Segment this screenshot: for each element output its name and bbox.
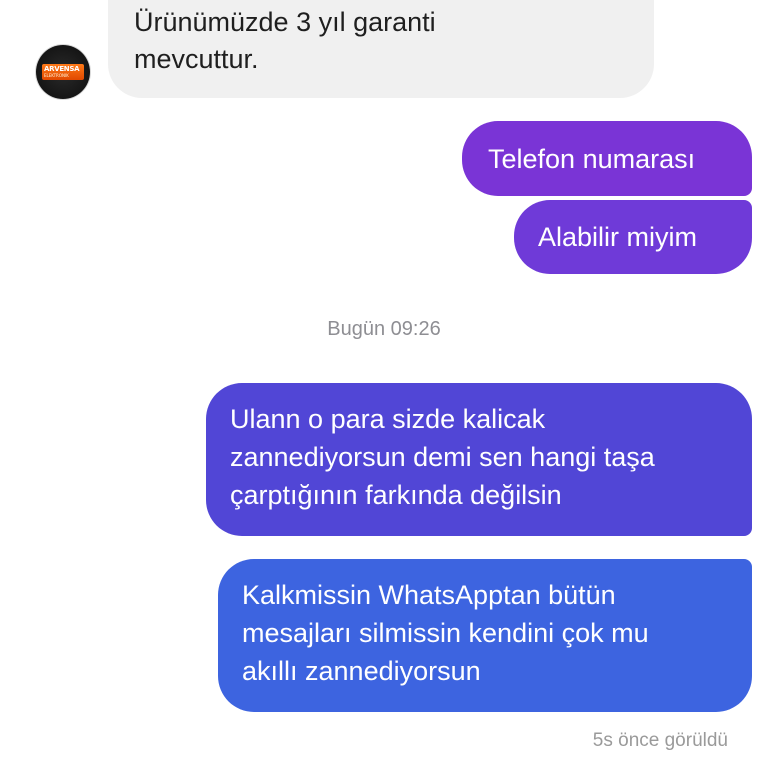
outgoing-message-bubble[interactable]: Ulann o para sizde kalicak zannediyorsun… <box>206 383 752 536</box>
timestamp-text: Bugün 09:26 <box>327 318 441 340</box>
store-logo: ARVENSA ELEKTRONIK <box>42 64 84 80</box>
message-line: akıllı zannediyorsun <box>242 656 481 686</box>
seen-status: 5s önce görüldü <box>592 730 728 751</box>
message-line: Kalkmissin WhatsApptan bütün <box>242 580 616 610</box>
message-line: mesajları silmissin kendini çok mu <box>242 618 649 648</box>
outgoing-message-bubble[interactable]: Telefon numarası <box>462 121 752 196</box>
message-text: Alabilir miyim <box>538 222 698 252</box>
message-timestamp: Bugün 09:26 <box>0 318 768 341</box>
message-line: çarptığının farkında değilsin <box>230 480 562 510</box>
message-line: Ürünümüzde 3 yıl garanti <box>134 7 436 37</box>
outgoing-message-bubble[interactable]: Kalkmissin WhatsApptan bütün mesajları s… <box>218 559 752 712</box>
message-text: Telefon numarası <box>488 144 696 174</box>
avatar-logo-subtext: ELEKTRONIK <box>44 73 69 78</box>
message-line: zannediyorsun demi sen hangi taşa <box>230 442 655 472</box>
avatar-logo-text: ARVENSA <box>44 65 80 73</box>
message-line: mevcuttur. <box>134 44 259 74</box>
message-line: Ulann o para sizde kalicak <box>230 404 546 434</box>
incoming-message-bubble[interactable]: Ürünümüzde 3 yıl garanti mevcuttur. <box>108 0 654 98</box>
contact-avatar[interactable]: ARVENSA ELEKTRONIK <box>36 45 90 99</box>
outgoing-message-bubble[interactable]: Alabilir miyim <box>514 200 752 274</box>
